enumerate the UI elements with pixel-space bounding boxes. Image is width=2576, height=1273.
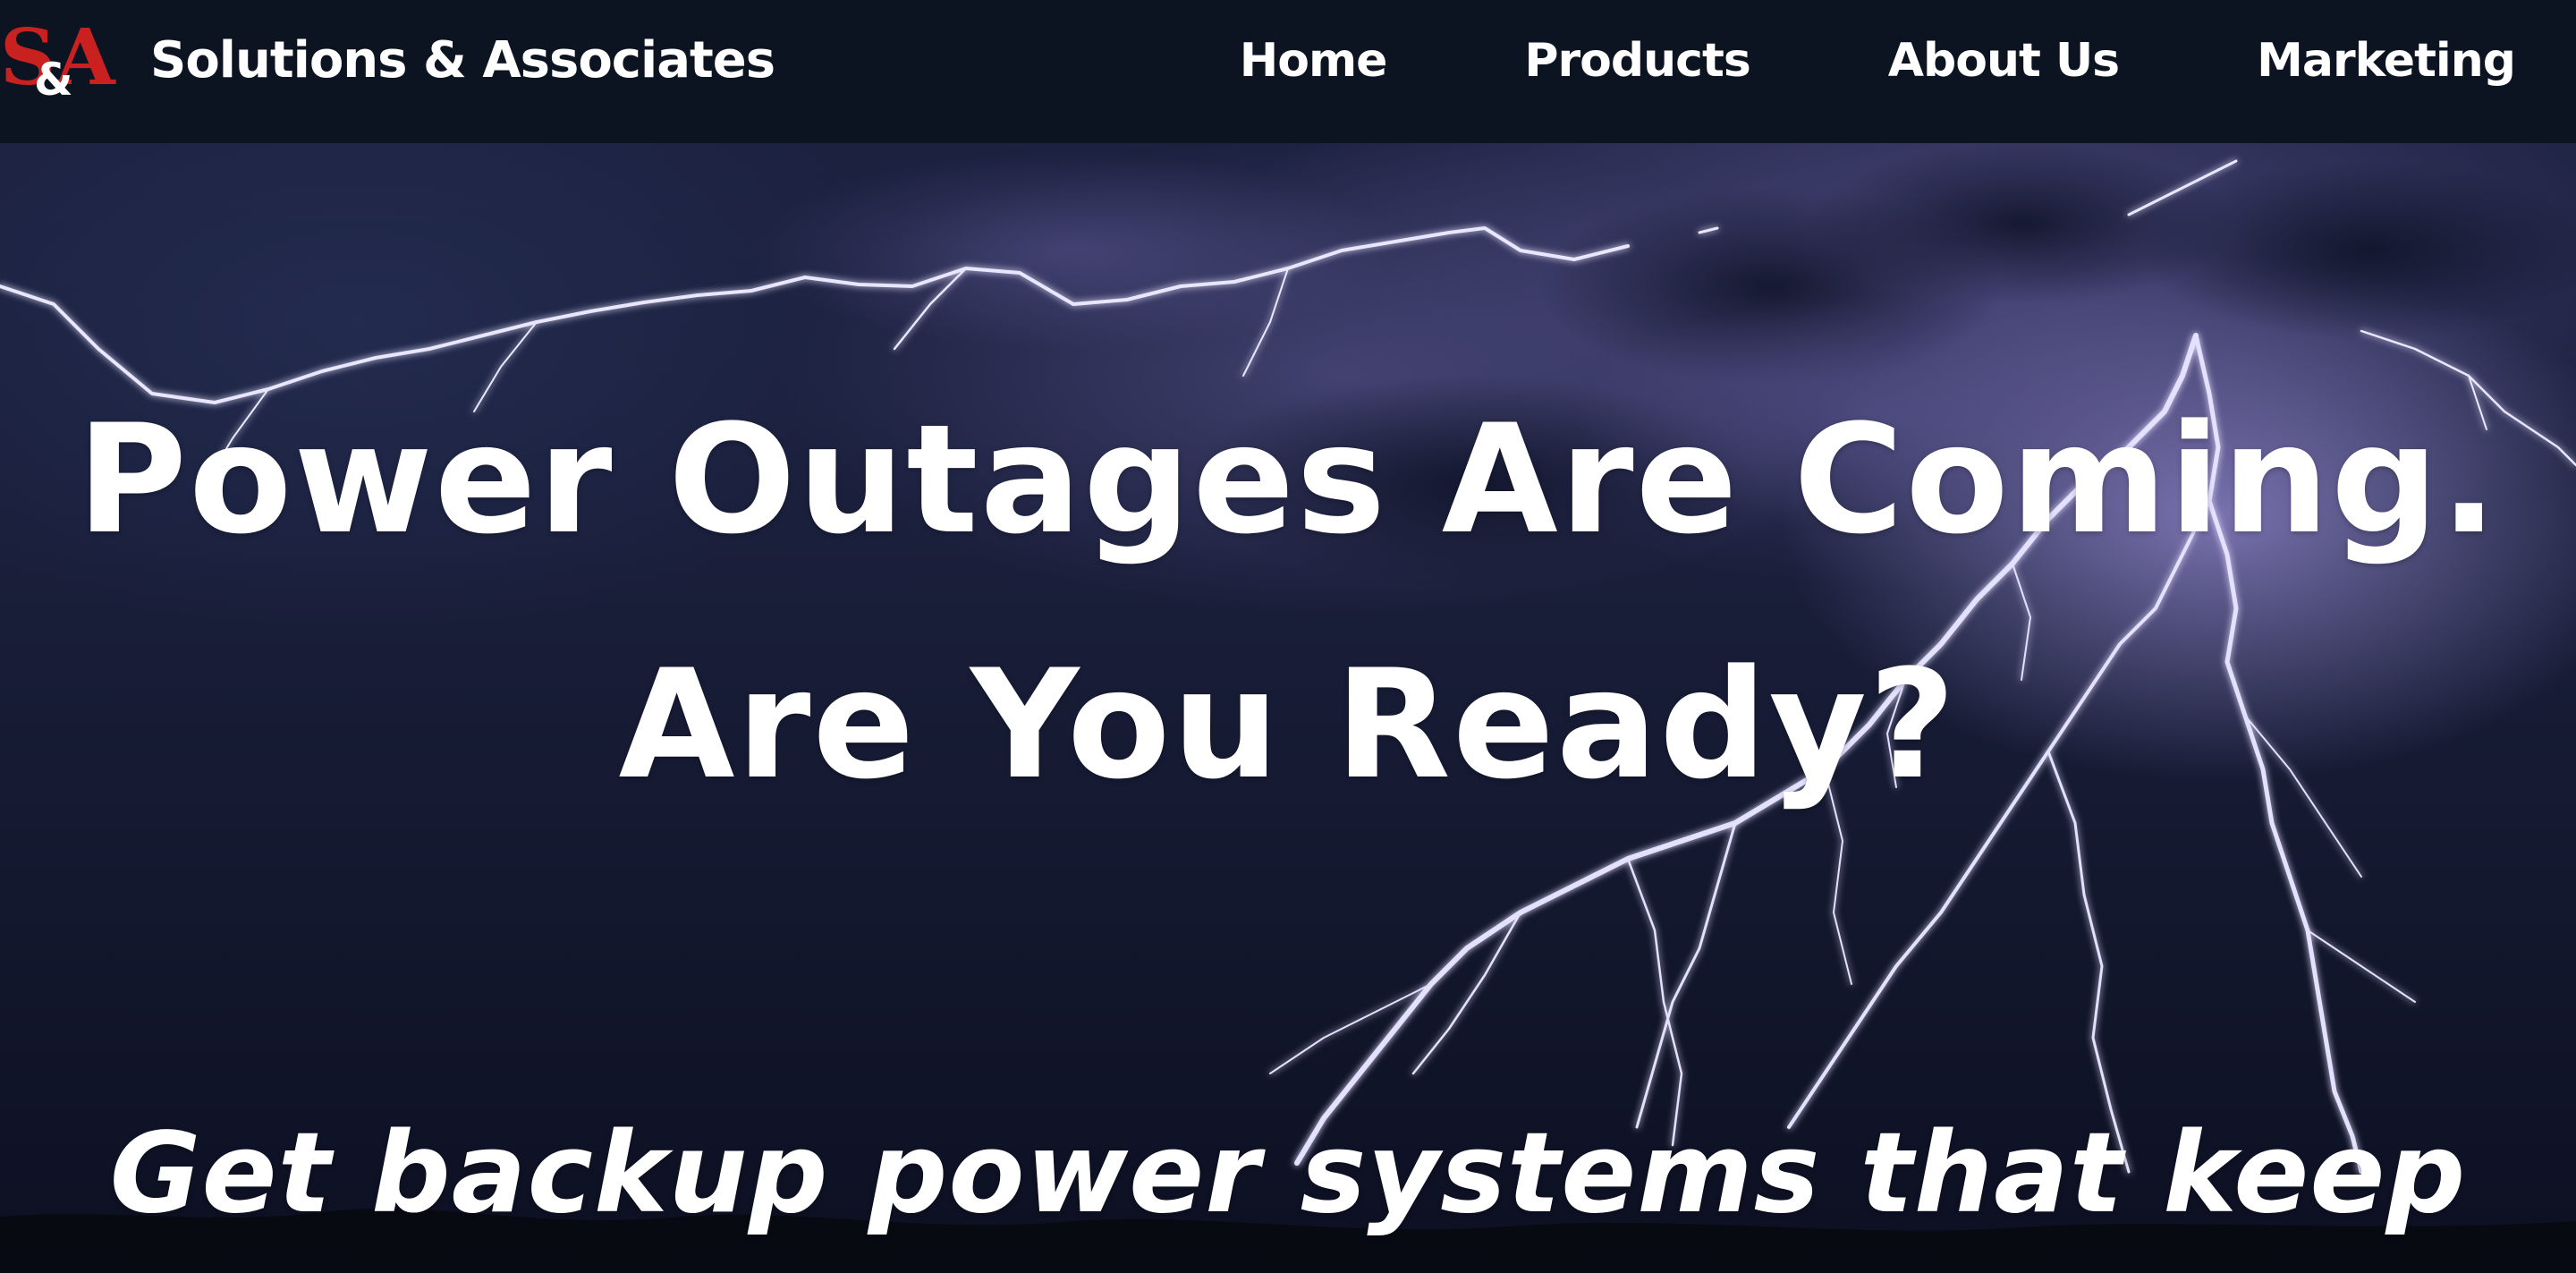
nav-item-home[interactable]: Home: [1240, 34, 1388, 88]
top-navigation-bar: S A & Solutions & Associates Home Produc…: [0, 0, 2576, 143]
svg-text:&: &: [34, 54, 73, 100]
hero-headline-line-1: Power Outages Are Coming.: [76, 392, 2500, 567]
landing-page: S A & Solutions & Associates Home Produc…: [0, 0, 2576, 1273]
main-nav: Home Products About Us Marketing: [1240, 34, 2516, 88]
hero-headline-line-2: Are You Ready?: [618, 637, 1958, 812]
nav-item-marketing[interactable]: Marketing: [2257, 34, 2516, 88]
nav-item-products[interactable]: Products: [1524, 34, 1750, 88]
nav-item-about-us[interactable]: About Us: [1888, 34, 2120, 88]
hero-section: Power Outages Are Coming. Are You Ready?…: [0, 143, 2576, 1273]
sa-logo-icon: S A &: [0, 20, 143, 100]
brand-home-link[interactable]: S A & Solutions & Associates: [0, 20, 775, 100]
brand-name: Solutions & Associates: [150, 30, 775, 89]
hero-subheadline: Get backup power systems that keep: [109, 1109, 2467, 1238]
